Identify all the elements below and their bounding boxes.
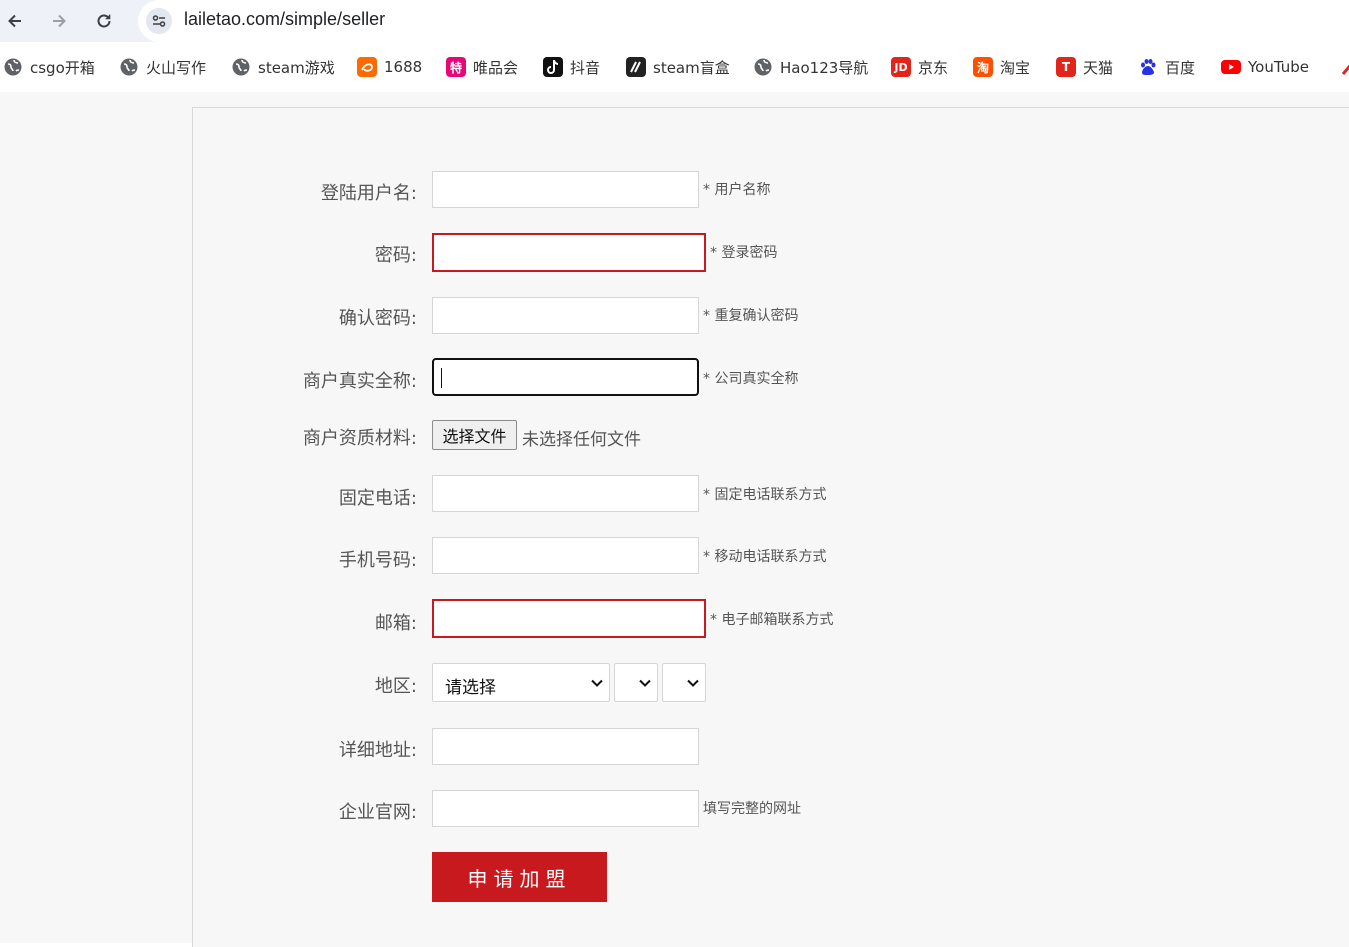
confirm-password-hint: * 重复确认密码 (703, 308, 799, 324)
jd-logo-icon: JD (891, 57, 911, 77)
globe-icon (753, 57, 773, 77)
pen-icon (1339, 57, 1349, 77)
bookmark-overflow[interactable] (1339, 56, 1349, 78)
province-value: 请选择 (445, 678, 496, 698)
bookmark-baidu[interactable]: 百度 (1138, 56, 1195, 78)
reload-button[interactable] (91, 8, 117, 34)
page-body: 登陆用户名: * 用户名称 密码: * 登录密码 确认密码: * 重复确认密码 … (0, 92, 1349, 947)
address-input[interactable] (432, 728, 699, 765)
globe-icon (3, 57, 23, 77)
username-hint: * 用户名称 (703, 182, 771, 198)
company-name-input[interactable] (432, 358, 699, 396)
company-name-hint: * 公司真实全称 (703, 371, 799, 387)
bookmark-tmall[interactable]: T 天猫 (1056, 56, 1113, 78)
bookmark-vip[interactable]: 特 唯品会 (446, 56, 518, 78)
bookmark-csgo[interactable]: csgo开箱 (3, 56, 95, 78)
region-label: 地区: (374, 676, 417, 697)
email-hint: * 电子邮箱联系方式 (710, 612, 834, 628)
bookmarks-bar: csgo开箱 火山写作 steam游戏 1688 特 唯品会 抖音 steam盲… (0, 42, 1349, 92)
globe-icon (231, 57, 251, 77)
password-input[interactable] (432, 233, 706, 272)
back-button[interactable] (2, 8, 28, 34)
vip-logo-icon: 特 (446, 57, 466, 77)
baidu-logo-icon (1138, 57, 1158, 77)
douyin-logo-icon (543, 57, 563, 77)
steam-box-logo-icon (626, 57, 646, 77)
bookmark-douyin[interactable]: 抖音 (543, 56, 600, 78)
bookmark-steam-box[interactable]: steam盲盒 (626, 56, 730, 78)
website-label: 企业官网: (338, 802, 417, 823)
choose-file-button[interactable]: 选择文件 (432, 420, 517, 450)
username-label: 登陆用户名: (320, 183, 417, 204)
username-input[interactable] (432, 171, 699, 208)
arrow-right-icon (53, 14, 66, 28)
bookmark-steam-games[interactable]: steam游戏 (231, 56, 335, 78)
address-label: 详细地址: (338, 740, 417, 761)
province-select[interactable]: 请选择 (432, 663, 610, 702)
arrow-left-icon (8, 14, 21, 28)
mobile-hint: * 移动电话联系方式 (703, 549, 827, 565)
address-bar[interactable]: lailetao.com/simple/seller (138, 0, 1349, 42)
site-info-button[interactable] (146, 8, 172, 34)
bookmark-taobao[interactable]: 淘 淘宝 (973, 56, 1030, 78)
chevron-down-icon (591, 679, 603, 687)
bookmark-1688[interactable]: 1688 (357, 56, 422, 78)
bookmark-jd[interactable]: JD 京东 (891, 56, 948, 78)
city-select[interactable] (614, 663, 658, 702)
chevron-down-icon (687, 679, 699, 687)
district-select[interactable] (662, 663, 706, 702)
phone-input[interactable] (432, 475, 699, 512)
qualification-label: 商户资质材料: (302, 428, 417, 449)
password-label: 密码: (374, 245, 417, 266)
youtube-logo-icon (1221, 57, 1241, 77)
seller-form-panel: 登陆用户名: * 用户名称 密码: * 登录密码 确认密码: * 重复确认密码 … (192, 107, 1349, 947)
bookmark-huoshan[interactable]: 火山写作 (119, 56, 206, 78)
phone-label: 固定电话: (338, 488, 417, 509)
phone-hint: * 固定电话联系方式 (703, 487, 827, 503)
file-status: 未选择任何文件 (522, 430, 641, 450)
bookmark-youtube[interactable]: YouTube (1221, 56, 1309, 78)
text-caret (441, 368, 442, 388)
website-hint: 填写完整的网址 (703, 801, 801, 817)
chevron-down-icon (639, 679, 651, 687)
mobile-label: 手机号码: (338, 550, 417, 571)
reload-icon (97, 14, 111, 28)
taobao-logo-icon: 淘 (973, 57, 993, 77)
globe-icon (119, 57, 139, 77)
tmall-logo-icon: T (1056, 57, 1076, 77)
website-input[interactable] (432, 790, 699, 827)
browser-toolbar: lailetao.com/simple/seller (0, 0, 1349, 42)
email-label: 邮箱: (374, 613, 417, 634)
company-name-label: 商户真实全称: (302, 371, 417, 392)
confirm-password-label: 确认密码: (338, 308, 417, 329)
url-text: lailetao.com/simple/seller (184, 9, 386, 29)
bookmark-hao123[interactable]: Hao123导航 (753, 56, 868, 78)
mobile-input[interactable] (432, 537, 699, 574)
password-hint: * 登录密码 (710, 245, 778, 261)
email-input[interactable] (432, 599, 706, 638)
1688-logo-icon (357, 57, 377, 77)
tune-icon (152, 15, 166, 27)
forward-button[interactable] (46, 8, 72, 34)
confirm-password-input[interactable] (432, 297, 699, 334)
apply-join-button[interactable]: 申请加盟 (432, 852, 607, 902)
